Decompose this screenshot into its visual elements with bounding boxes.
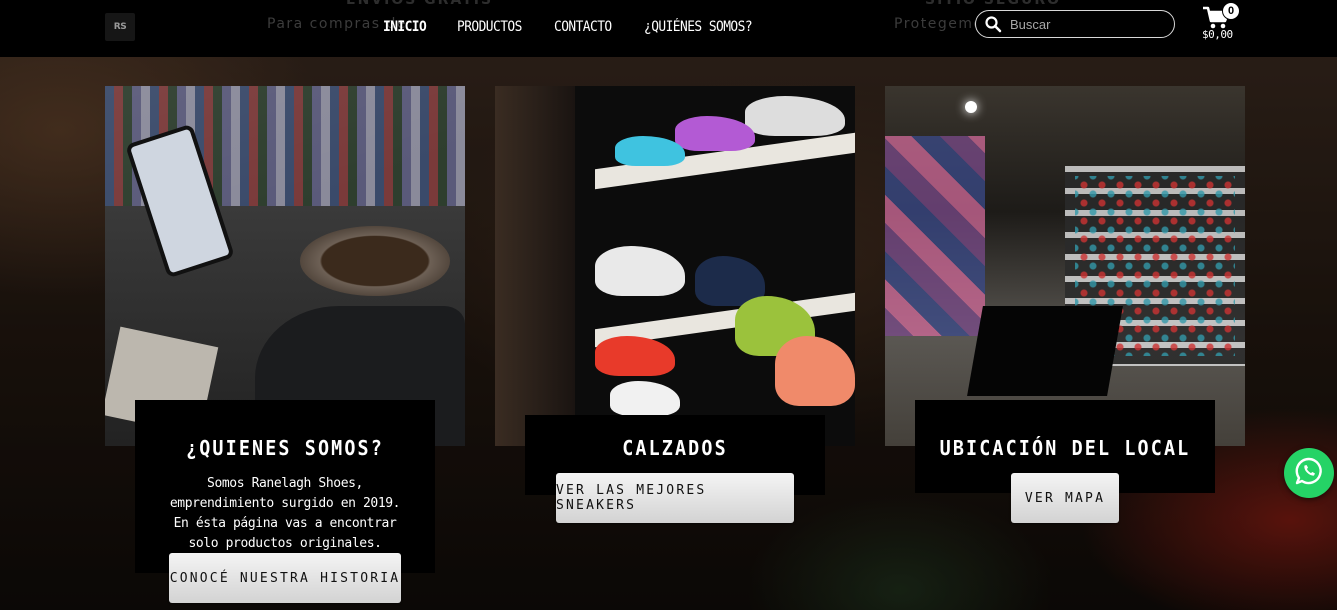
card-about: ¿QUIENES SOMOS? Somos Ranelagh Shoes, em… <box>135 400 435 573</box>
nav-contacto[interactable]: CONTACTO <box>554 19 612 35</box>
card-about-description: Somos Ranelagh Shoes, emprendimiento sur… <box>169 476 401 551</box>
banner-secure-title: SITIO SEGURO <box>925 0 1062 8</box>
cart-total: $0,00 <box>1202 28 1233 41</box>
search-box <box>975 10 1175 38</box>
about-history-button[interactable]: CONOCÉ NUESTRA HISTORIA <box>169 553 401 603</box>
search-icon[interactable] <box>984 15 1002 33</box>
main-nav: INICIO PRODUCTOS CONTACTO ¿QUIÉNES SOMOS… <box>383 19 762 35</box>
nav-productos[interactable]: PRODUCTOS <box>457 19 522 35</box>
site-logo[interactable]: RS <box>105 13 135 41</box>
cart-count-badge: 0 <box>1222 2 1240 20</box>
shoes-button[interactable]: VER LAS MEJORES SNEAKERS <box>556 473 794 523</box>
card-image-store <box>885 86 1245 446</box>
card-about-title: ¿QUIENES SOMOS? <box>186 436 384 460</box>
card-shoes-title: CALZADOS <box>622 436 728 460</box>
nav-quienes-somos[interactable]: ¿QUIÉNES SOMOS? <box>644 19 753 35</box>
header-bar: ENVIOS GRATIS Para compras de SITIO SEGU… <box>0 0 1337 57</box>
map-button[interactable]: VER MAPA <box>1011 473 1119 523</box>
card-image-about <box>105 86 465 446</box>
whatsapp-button[interactable] <box>1284 448 1334 498</box>
card-image-shoes <box>495 86 855 446</box>
search-input[interactable] <box>1010 16 1160 32</box>
card-location-title: UBICACIÓN DEL LOCAL <box>939 436 1191 460</box>
nav-inicio[interactable]: INICIO <box>383 19 427 35</box>
whatsapp-icon <box>1294 456 1324 491</box>
banner-shipping-title: ENVIOS GRATIS <box>346 0 494 8</box>
